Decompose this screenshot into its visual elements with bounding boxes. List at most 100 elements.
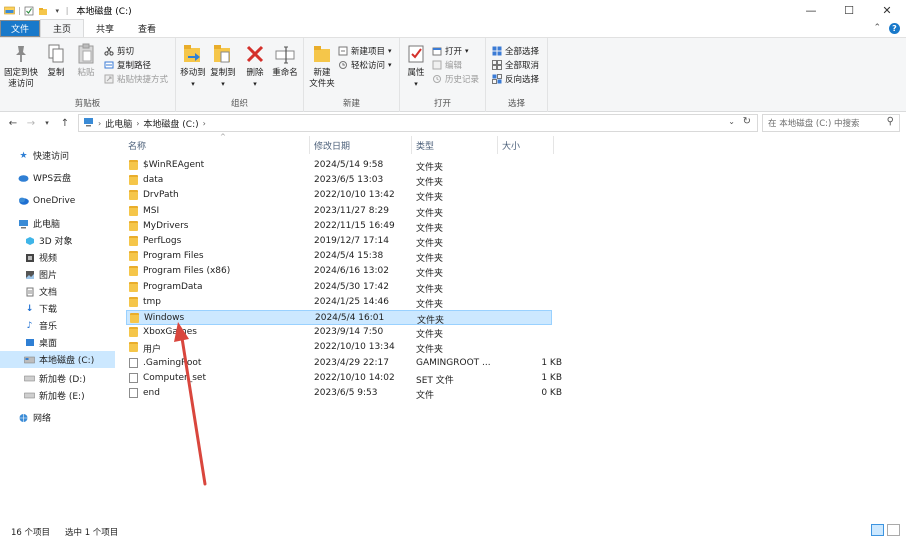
forward-arrow-icon[interactable]: → [24, 118, 38, 129]
breadcrumb-drive-c[interactable]: 本地磁盘 (C:) [143, 117, 198, 130]
address-dropdown-icon[interactable]: ⌄ [728, 117, 735, 126]
column-header-modified[interactable]: 修改日期 [310, 136, 412, 154]
column-header-type[interactable]: 类型 [412, 136, 498, 154]
close-icon[interactable]: ✕ [868, 0, 906, 21]
row-type: 文件夹 [416, 178, 444, 189]
table-row[interactable]: data 2023/6/5 13:03 文件夹 [126, 173, 552, 188]
nav-music-label: 音乐 [39, 322, 58, 332]
windows-drive-icon [24, 354, 35, 365]
new-item-button[interactable]: 新建项目 ▾ [338, 44, 392, 57]
collapse-ribbon-icon[interactable]: ⌃ [873, 23, 881, 34]
nav-music[interactable]: ♪ 音乐 [0, 317, 115, 334]
table-row[interactable]: MSI 2023/11/27 8:29 文件夹 [126, 204, 552, 219]
table-row[interactable]: $WinREAgent 2024/5/14 9:58 文件夹 [126, 158, 552, 173]
paste-icon [75, 42, 97, 66]
pin-label-line2: 速访问 [8, 79, 34, 89]
back-arrow-icon[interactable]: ← [6, 118, 20, 129]
paste-button[interactable]: 粘贴 [72, 38, 100, 79]
help-icon[interactable]: ? [889, 23, 900, 34]
qat-dropdown-icon[interactable]: ▾ [52, 5, 63, 16]
nav-drive-c[interactable]: 本地磁盘 (C:) [0, 351, 115, 368]
row-type: 文件夹 [416, 223, 444, 234]
table-row[interactable]: DrvPath 2022/10/10 13:42 文件夹 [126, 188, 552, 203]
pin-label-line1: 固定到快 [3, 68, 38, 78]
nav-wps-cloud[interactable]: WPS云盘 [0, 169, 115, 186]
cut-button[interactable]: 剪切 [104, 44, 134, 57]
computer-icon [18, 218, 29, 229]
table-row[interactable]: PerfLogs 2019/12/7 17:14 文件夹 [126, 234, 552, 249]
nav-pictures[interactable]: 图片 [0, 266, 115, 283]
nav-this-pc[interactable]: 此电脑 [0, 215, 115, 232]
folder-icon [129, 160, 138, 170]
new-folder-label-line2: 文件夹 [309, 79, 335, 89]
breadcrumb-this-pc[interactable]: 此电脑 [105, 117, 132, 130]
tab-share[interactable]: 共享 [84, 20, 126, 37]
table-row[interactable]: Computer_set 2022/10/10 14:02 SET 文件 1 KB [126, 371, 562, 386]
copy-to-button[interactable]: 复制到 ▾ [208, 38, 238, 90]
copy-button[interactable]: 复制 [42, 38, 70, 79]
rename-button[interactable]: 重命名 [270, 38, 300, 79]
large-icons-view-icon[interactable] [887, 524, 900, 536]
invert-selection-button[interactable]: 反向选择 [492, 72, 539, 85]
nav-videos[interactable]: 视频 [0, 249, 115, 266]
row-modified: 2024/1/25 14:46 [314, 296, 389, 307]
table-row[interactable]: XboxGames 2023/9/14 7:50 文件夹 [126, 325, 552, 340]
history-button[interactable]: 历史记录 [432, 72, 479, 85]
maximize-icon[interactable]: ☐ [830, 0, 868, 21]
row-size: 0 KB [541, 388, 562, 398]
table-row[interactable]: ProgramData 2024/5/30 17:42 文件夹 [126, 280, 552, 295]
nav-drive-d[interactable]: 新加卷 (D:) [0, 370, 115, 387]
nav-quick-access[interactable]: ★ 快速访问 [0, 147, 115, 164]
column-header-name[interactable]: ^ 名称 [124, 133, 310, 154]
nav-documents[interactable]: 文档 [0, 283, 115, 300]
nav-downloads[interactable]: ↓ 下载 [0, 300, 115, 317]
tab-home[interactable]: 主页 [40, 19, 85, 37]
new-folder-qat-icon[interactable] [38, 5, 49, 16]
tab-view[interactable]: 查看 [126, 20, 168, 37]
nav-network-label: 网络 [33, 414, 52, 424]
properties-button[interactable]: 属性 ▾ [402, 38, 430, 90]
up-arrow-icon[interactable]: ↑ [58, 118, 72, 129]
table-row[interactable]: .GamingRoot 2023/4/29 22:17 GAMINGROOT ...… [126, 356, 562, 371]
edit-button[interactable]: 编辑 [432, 58, 462, 71]
column-header-size[interactable]: 大小 [498, 136, 554, 154]
breadcrumb-separator-icon-3: › [202, 118, 206, 128]
drive-icon-2 [24, 390, 35, 401]
select-none-button[interactable]: 全部取消 [492, 58, 539, 71]
search-input[interactable]: 在 本地磁盘 (C:) 中搜索 ⚲ [762, 114, 900, 132]
nav-drive-e[interactable]: 新加卷 (E:) [0, 387, 115, 404]
nav-3d-objects[interactable]: 3D 对象 [0, 232, 115, 249]
table-row[interactable]: Program Files (x86) 2024/6/16 13:02 文件夹 [126, 264, 552, 279]
table-row[interactable]: end 2023/6/5 9:53 文件 0 KB [126, 386, 562, 401]
nav-desktop[interactable]: 桌面 [0, 334, 115, 351]
new-folder-button[interactable]: 新建 文件夹 [306, 38, 338, 90]
select-all-button[interactable]: 全部选择 [492, 44, 539, 57]
nav-network[interactable]: 网络 [0, 409, 115, 426]
easy-access-button[interactable]: 轻松访问 ▾ [338, 58, 392, 71]
details-view-icon[interactable] [871, 524, 884, 536]
copy-path-button[interactable]: 复制路径 [104, 58, 151, 71]
minimize-icon[interactable]: — [792, 0, 830, 21]
table-row[interactable]: MyDrivers 2022/11/15 16:49 文件夹 [126, 219, 552, 234]
row-type: 文件夹 [417, 316, 445, 326]
delete-button[interactable]: 删除 ▾ [242, 38, 268, 90]
recent-locations-icon[interactable]: ▾ [40, 119, 54, 127]
address-bar[interactable]: › 此电脑 › 本地磁盘 (C:) › ⌄ ↻ [78, 114, 758, 132]
table-row[interactable]: Program Files 2024/5/4 15:38 文件夹 [126, 249, 552, 264]
table-row[interactable]: Windows 2024/5/4 16:01 文件夹 [126, 310, 552, 326]
nav-pictures-label: 图片 [39, 271, 58, 281]
picture-icon [24, 269, 35, 280]
column-header-type-label: 类型 [416, 141, 435, 152]
paste-shortcut-button[interactable]: 粘贴快捷方式 [104, 72, 168, 85]
pin-quick-access-button[interactable]: 固定到快 速访问 [2, 38, 40, 90]
tab-file[interactable]: 文件 [0, 20, 41, 37]
properties-qat-icon[interactable] [24, 5, 35, 16]
table-row[interactable]: tmp 2024/1/25 14:46 文件夹 [126, 295, 552, 310]
nav-onedrive[interactable]: OneDrive [0, 192, 115, 209]
open-button[interactable]: 打开 ▾ [432, 44, 469, 57]
ribbon-tabs: 文件 主页 共享 查看 ⌃ ? [0, 19, 906, 38]
refresh-icon[interactable]: ↻ [743, 116, 751, 127]
drive-icon [24, 373, 35, 384]
table-row[interactable]: 用户 2022/10/10 13:34 文件夹 [126, 340, 552, 355]
move-to-button[interactable]: 移动到 ▾ [178, 38, 208, 90]
